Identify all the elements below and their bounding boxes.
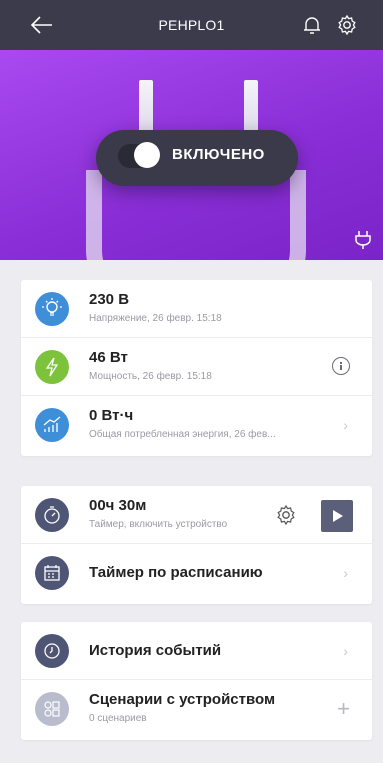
chevron-right-icon: › [343, 417, 348, 433]
history-icon [35, 634, 69, 668]
timer-settings-icon[interactable] [275, 504, 297, 526]
scenarios-caption: 0 сценариев [89, 713, 147, 724]
power-caption: Мощность, 26 февр. 15:18 [89, 371, 212, 382]
energy-value: 0 Вт·ч [89, 407, 134, 424]
voltage-value: 230 В [89, 291, 130, 308]
scenarios-icon [35, 692, 69, 726]
events-card: История событий › Сценарии с устройством… [21, 622, 372, 740]
top-bar: PEHPLO1 [0, 0, 383, 50]
energy-caption: Общая потребленная энергия, 26 фев... [89, 429, 276, 440]
schedule-row[interactable]: Таймер по расписанию › [21, 544, 372, 602]
bell-icon[interactable] [302, 15, 322, 35]
voltage-caption: Напряжение, 26 февр. 15:18 [89, 313, 222, 324]
energy-row[interactable]: 0 Вт·ч Общая потребленная энергия, 26 фе… [21, 396, 372, 454]
power-value: 46 Вт [89, 349, 128, 366]
scenarios-row[interactable]: Сценарии с устройством 0 сценариев + [21, 680, 372, 738]
timer-row: 00ч 30м Таймер, включить устройство [21, 486, 372, 544]
info-icon[interactable] [332, 357, 350, 375]
chevron-right-icon: › [343, 643, 348, 659]
device-hero: ВКЛЮЧЕНО [0, 50, 383, 260]
device-title: PEHPLO1 [158, 17, 225, 33]
bulb-icon [35, 292, 69, 326]
power-state-label: ВКЛЮЧЕНО [172, 146, 265, 163]
metrics-card: 230 В Напряжение, 26 февр. 15:18 46 Вт М… [21, 280, 372, 456]
add-scenario-icon[interactable]: + [337, 696, 350, 722]
timer-value: 00ч 30м [89, 497, 147, 514]
gear-icon[interactable] [336, 14, 358, 36]
chevron-right-icon: › [343, 565, 348, 581]
voltage-row: 230 В Напряжение, 26 февр. 15:18 [21, 280, 372, 338]
power-toggle-knob[interactable] [134, 142, 160, 168]
play-button[interactable] [321, 500, 353, 532]
energy-chart-icon [35, 408, 69, 442]
timer-card: 00ч 30м Таймер, включить устройство Тайм… [21, 486, 372, 604]
history-label: История событий [89, 642, 222, 659]
calendar-icon [35, 556, 69, 590]
scenarios-label: Сценарии с устройством [89, 691, 276, 708]
lightning-icon [35, 350, 69, 384]
stopwatch-icon [35, 498, 69, 532]
plug-icon[interactable] [352, 228, 374, 250]
power-row: 46 Вт Мощность, 26 февр. 15:18 [21, 338, 372, 396]
timer-caption: Таймер, включить устройство [89, 519, 228, 530]
schedule-label: Таймер по расписанию [89, 564, 263, 581]
history-row[interactable]: История событий › [21, 622, 372, 680]
